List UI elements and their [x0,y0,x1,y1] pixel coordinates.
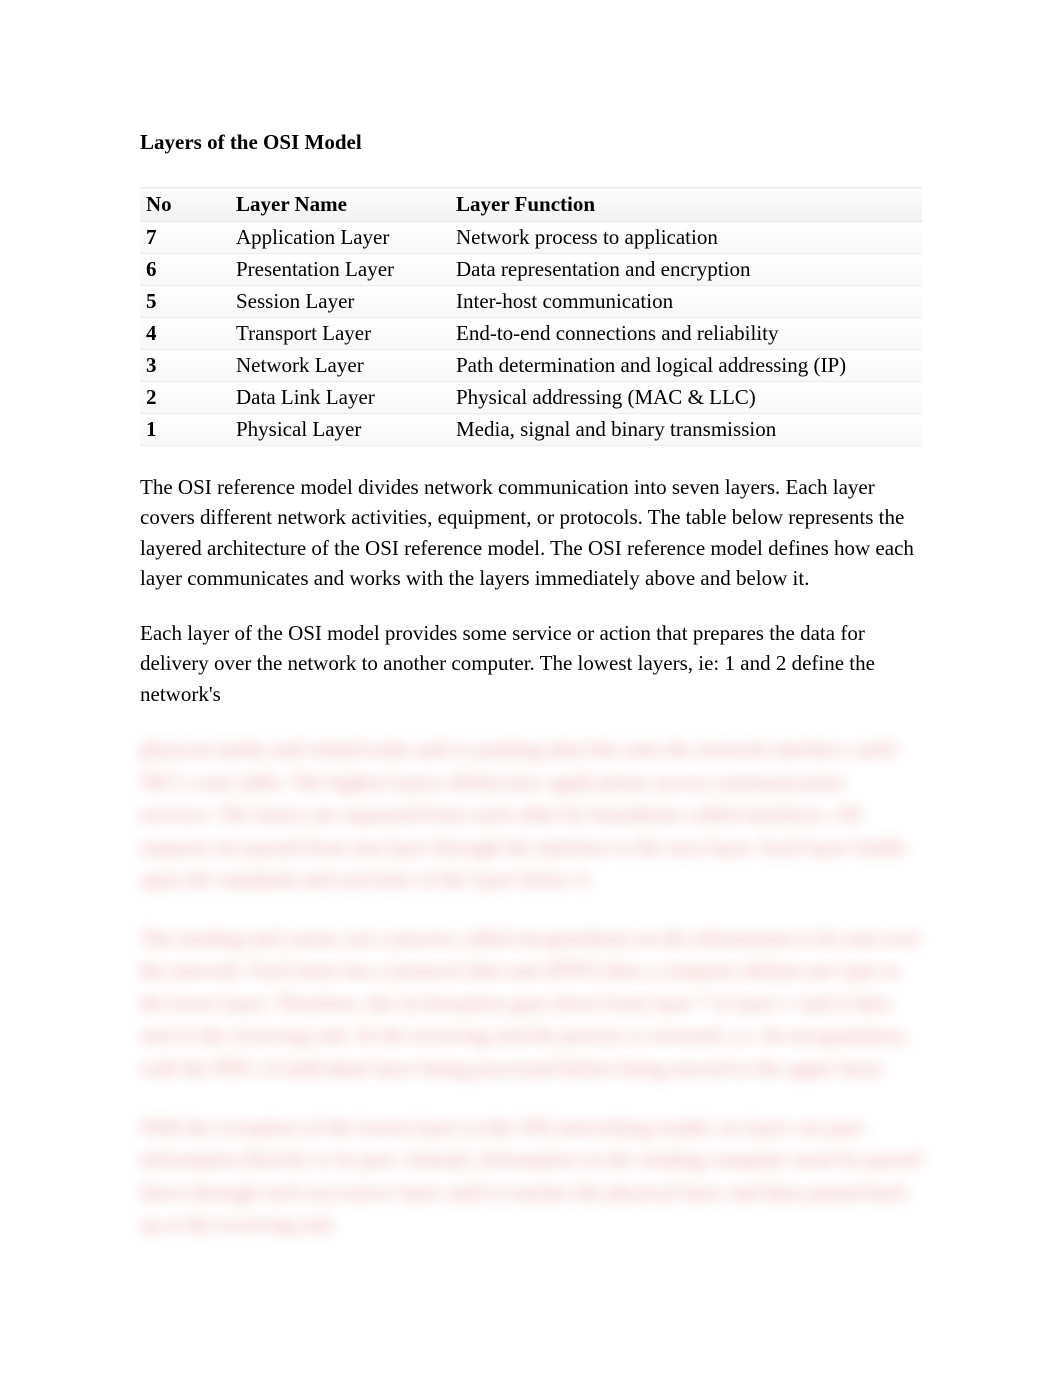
blurred-content: physical media and related tasks and so … [140,733,922,1241]
cell-no: 3 [140,350,230,382]
cell-function: End-to-end connections and reliability [450,318,922,350]
page-title: Layers of the OSI Model [140,130,922,155]
cell-function: Network process to application [450,222,922,254]
cell-function: Media, signal and binary transmission [450,414,922,446]
cell-name: Session Layer [230,286,450,318]
cell-name: Presentation Layer [230,254,450,286]
table-row: 5 Session Layer Inter-host communication [140,286,922,318]
header-function: Layer Function [450,188,922,222]
cell-function: Data representation and encryption [450,254,922,286]
cell-function: Path determination and logical addressin… [450,350,922,382]
cell-function: Physical addressing (MAC & LLC) [450,382,922,414]
blurred-paragraph: physical media and related tasks and so … [140,733,922,896]
cell-no: 2 [140,382,230,414]
blurred-paragraph: With the exception of the lowest layer i… [140,1111,922,1241]
blurred-paragraph: The sending end carries out a process ca… [140,922,922,1085]
table-row: 7 Application Layer Network process to a… [140,222,922,254]
cell-function: Inter-host communication [450,286,922,318]
cell-name: Physical Layer [230,414,450,446]
cell-no: 7 [140,222,230,254]
osi-layers-table: No Layer Name Layer Function 7 Applicati… [140,187,922,446]
table-row: 6 Presentation Layer Data representation… [140,254,922,286]
table-row: 2 Data Link Layer Physical addressing (M… [140,382,922,414]
table-row: 3 Network Layer Path determination and l… [140,350,922,382]
cell-no: 4 [140,318,230,350]
cell-name: Data Link Layer [230,382,450,414]
table-row: 1 Physical Layer Media, signal and binar… [140,414,922,446]
cell-name: Application Layer [230,222,450,254]
cell-name: Network Layer [230,350,450,382]
cell-no: 5 [140,286,230,318]
paragraph-visible-text: Each layer of the OSI model provides som… [140,621,875,706]
table-row: 4 Transport Layer End-to-end connections… [140,318,922,350]
cell-no: 6 [140,254,230,286]
body-paragraph: The OSI reference model divides network … [140,472,922,594]
header-name: Layer Name [230,188,450,222]
cell-no: 1 [140,414,230,446]
table-header-row: No Layer Name Layer Function [140,188,922,222]
cell-name: Transport Layer [230,318,450,350]
body-paragraph: Each layer of the OSI model provides som… [140,618,922,709]
header-no: No [140,188,230,222]
